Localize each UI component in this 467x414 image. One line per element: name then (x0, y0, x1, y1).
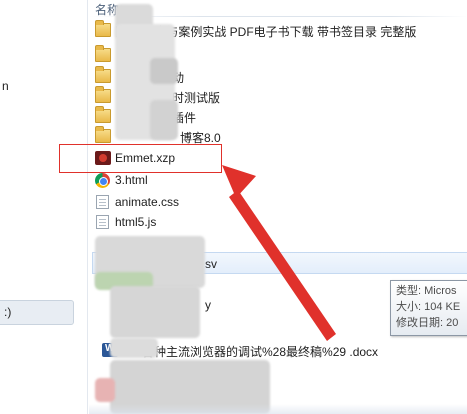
tooltip-date: 修改日期: 20 (396, 317, 459, 329)
arrow-shaft (229, 190, 336, 341)
file-tooltip: 类型: Micros 大小: 104 KE 修改日期: 20 (390, 280, 467, 336)
arrow-head (222, 165, 256, 198)
tooltip-type: 类型: Micros (396, 285, 457, 297)
annotation-arrow (222, 165, 336, 341)
bottom-fade (89, 404, 467, 414)
tooltip-size: 大小: 104 KE (396, 301, 461, 313)
